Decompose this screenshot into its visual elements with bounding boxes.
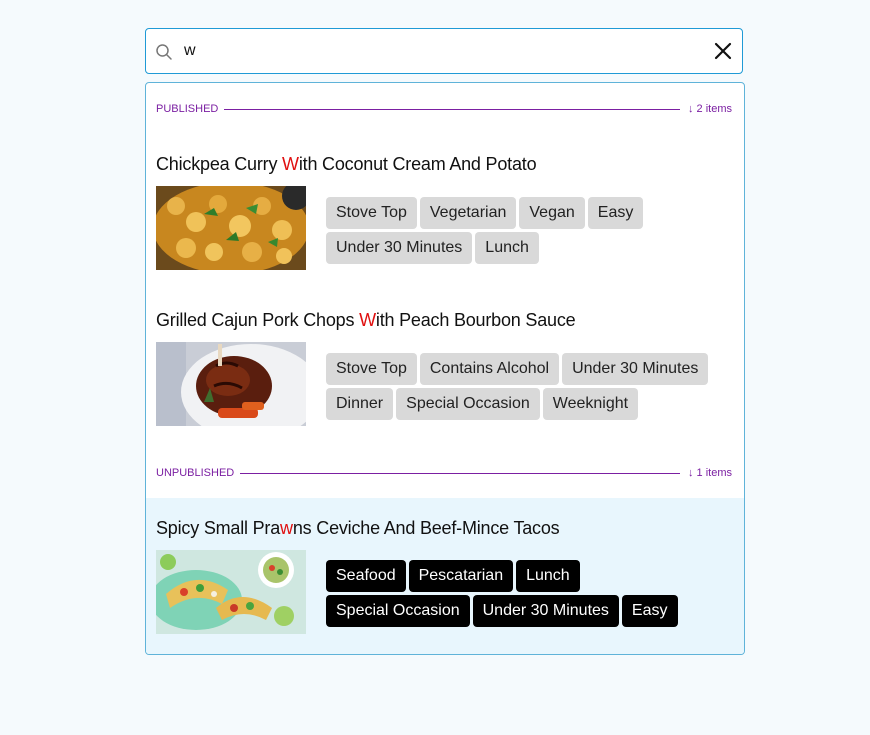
- tag[interactable]: Lunch: [516, 560, 580, 592]
- result-title-text: ith Peach Bourbon Sauce: [375, 310, 576, 330]
- tag-list: Stove Top Contains Alcohol Under 30 Minu…: [326, 353, 726, 420]
- section-count: ↓ 1 items: [687, 467, 732, 479]
- result-title-text: Chickpea Curry: [156, 154, 283, 174]
- result-title-text: Spicy Small Pra: [156, 518, 281, 538]
- tag[interactable]: Under 30 Minutes: [472, 595, 619, 627]
- section-header-published: PUBLISHED ↓ 2 items: [156, 102, 732, 116]
- tag[interactable]: Special Occasion: [326, 595, 470, 627]
- tag[interactable]: Seafood: [326, 560, 406, 592]
- result-title-match: w: [280, 518, 293, 538]
- tag[interactable]: Under 30 Minutes: [562, 353, 709, 385]
- search-input[interactable]: [184, 37, 704, 65]
- tag[interactable]: Dinner: [326, 388, 394, 420]
- tag[interactable]: Lunch: [475, 232, 539, 264]
- tag[interactable]: Weeknight: [542, 388, 639, 420]
- tag[interactable]: Easy: [621, 595, 678, 627]
- recipe-thumbnail: [156, 186, 306, 270]
- tag[interactable]: Easy: [587, 197, 644, 229]
- section-divider: [224, 108, 680, 110]
- result-title-text: Grilled Cajun Pork Chops: [156, 310, 360, 330]
- result-title: Chickpea Curry With Coconut Cream And Po…: [156, 154, 537, 175]
- section-divider: [240, 472, 680, 474]
- tag[interactable]: Stove Top: [326, 197, 417, 229]
- result-title-match: W: [359, 310, 376, 330]
- section-label: UNPUBLISHED: [156, 467, 235, 479]
- tag-list: Seafood Pescatarian Lunch Special Occasi…: [326, 560, 726, 627]
- search-results-dropdown: PUBLISHED ↓ 2 items Chickpea Curry With …: [145, 82, 745, 655]
- tag[interactable]: Stove Top: [326, 353, 417, 385]
- section-header-unpublished: UNPUBLISHED ↓ 1 items: [156, 466, 732, 480]
- tag[interactable]: Contains Alcohol: [419, 353, 560, 385]
- section-label: PUBLISHED: [156, 103, 219, 115]
- result-title-text: ith Coconut Cream And Potato: [298, 154, 537, 174]
- tag[interactable]: Special Occasion: [396, 388, 540, 420]
- result-title-text: ns Ceviche And Beef-Mince Tacos: [292, 518, 560, 538]
- recipe-thumbnail: [156, 550, 306, 634]
- tag[interactable]: Vegan: [519, 197, 585, 229]
- tag-list: Stove Top Vegetarian Vegan Easy Under 30…: [326, 197, 726, 264]
- tag[interactable]: Under 30 Minutes: [326, 232, 473, 264]
- search-bar: [145, 28, 743, 74]
- result-title: Spicy Small Prawns Ceviche And Beef-Minc…: [156, 518, 560, 539]
- recipe-thumbnail: [156, 342, 306, 426]
- tag[interactable]: Vegetarian: [419, 197, 517, 229]
- section-count: ↓ 2 items: [687, 103, 732, 115]
- tag[interactable]: Pescatarian: [408, 560, 514, 592]
- result-title: Grilled Cajun Pork Chops With Peach Bour…: [156, 310, 576, 331]
- search-icon: [156, 44, 172, 60]
- close-icon[interactable]: [714, 42, 732, 60]
- search-result-item-selected[interactable]: Spicy Small Prawns Ceviche And Beef-Minc…: [146, 498, 744, 654]
- result-title-match: W: [282, 154, 299, 174]
- search-result-item[interactable]: Chickpea Curry With Coconut Cream And Po…: [146, 139, 744, 287]
- search-result-item[interactable]: Grilled Cajun Pork Chops With Peach Bour…: [146, 295, 744, 443]
